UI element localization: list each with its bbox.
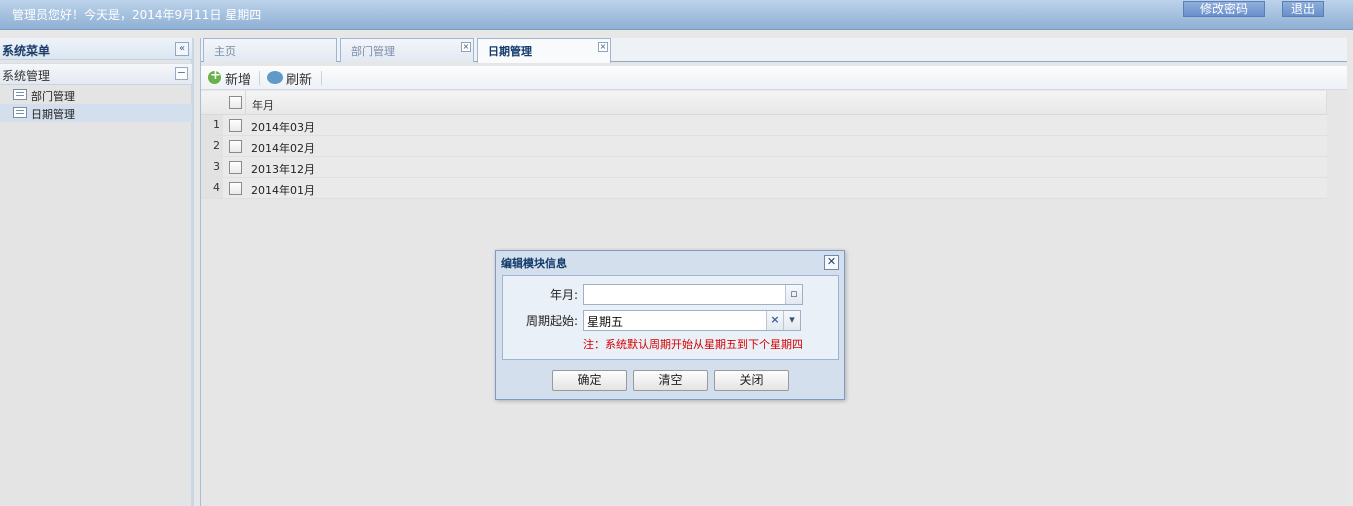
row-number: 4 [201,178,223,198]
row-number: 3 [201,157,223,177]
tab-bar: 主页 部门管理 × 日期管理 × [201,38,1347,63]
row-checkbox[interactable] [229,119,242,132]
collapse-left-icon[interactable]: « [175,42,189,56]
tab-date[interactable]: 日期管理 × [477,38,611,63]
toolbar-separator [259,71,260,85]
tab-department[interactable]: 部门管理 × [340,38,474,62]
add-label: 新增 [225,73,252,88]
dialog-header[interactable]: 编辑模块信息 ✕ [496,251,844,273]
column-header-year-month[interactable]: 年月 [252,97,274,113]
refresh-button[interactable]: 刷新 [267,69,317,88]
greeting-text: 管理员您好！今天是，2014年9月11日 星期四 [12,8,262,22]
row-checkbox[interactable] [229,182,242,195]
tree-item-label: 日期管理 [31,108,75,121]
week-start-value: 星期五 [587,315,624,329]
form-icon [13,107,27,118]
row-checkbox[interactable] [229,140,242,153]
tab-home[interactable]: 主页 [203,38,337,62]
cell-year-month: 2014年03月 [251,121,315,134]
table-row[interactable]: 1 2014年03月 [201,115,1327,136]
close-icon[interactable]: ✕ [824,255,839,270]
close-icon[interactable]: × [598,42,608,52]
row-checkbox[interactable] [229,161,242,174]
row-number: 2 [201,136,223,156]
toolbar-separator [321,71,322,85]
cell-year-month: 2013年12月 [251,163,315,176]
note-text: 注：系统默认周期开始从星期五到下个星期四 [583,338,803,351]
collapse-minus-icon[interactable]: − [175,67,188,80]
week-start-combobox[interactable]: 星期五 × ▾ [583,310,801,331]
tab-label: 日期管理 [488,45,532,58]
cell-year-month: 2014年01月 [251,184,315,197]
add-button[interactable]: 新增 [208,68,258,88]
confirm-button[interactable]: 确定 [552,370,627,391]
week-start-label: 周期起始: [525,314,578,328]
west-panel-header: 系统菜单 « [0,38,192,60]
logout-button[interactable]: 退出 [1282,1,1324,17]
row-number: 1 [201,115,223,135]
refresh-icon [267,71,283,84]
add-icon [208,68,221,84]
clear-icon[interactable]: × [766,311,783,330]
grid-header: 年月 [201,91,1327,115]
top-banner: 管理员您好！今天是，2014年9月11日 星期四 修改密码 退出 [0,0,1353,30]
close-button[interactable]: 关闭 [714,370,789,391]
change-password-button[interactable]: 修改密码 [1183,1,1265,17]
cell-year-month: 2014年02月 [251,142,315,155]
west-panel-title: 系统菜单 [2,44,51,58]
accordion-header-system[interactable]: 系统管理 − [0,63,192,85]
table-row[interactable]: 3 2013年12月 [201,157,1327,178]
year-month-field[interactable]: ▫ [583,284,803,305]
tab-label: 主页 [214,45,236,58]
edit-dialog: 编辑模块信息 ✕ 年月: ▫ 周期起始: 星期五 × ▾ 注：系统默认周期开始从… [495,250,845,400]
clear-button[interactable]: 清空 [633,370,708,391]
table-row[interactable]: 2 2014年02月 [201,136,1327,157]
tab-label: 部门管理 [351,45,395,58]
dialog-body: 年月: ▫ 周期起始: 星期五 × ▾ 注：系统默认周期开始从星期五到下个星期四 [502,275,839,360]
calendar-icon[interactable]: ▫ [785,285,802,304]
tree-item-date[interactable]: 日期管理 [0,104,192,122]
table-row[interactable]: 4 2014年01月 [201,178,1327,199]
select-all-checkbox[interactable] [229,96,242,109]
tree-item-label: 部门管理 [31,90,75,103]
form-icon [13,89,27,100]
year-month-label: 年月: [549,288,578,302]
accordion-title: 系统管理 [2,69,51,83]
refresh-label: 刷新 [286,73,313,88]
grid-body: 1 2014年03月 2 2014年02月 3 2013年12月 4 2014年… [201,115,1327,199]
west-panel: 系统菜单 « 系统管理 − 部门管理 日期管理 [0,38,194,506]
dialog-title: 编辑模块信息 [501,257,567,270]
toolbar: 新增 刷新 [201,66,1347,90]
chevron-down-icon[interactable]: ▾ [783,311,800,330]
close-icon[interactable]: × [461,42,471,52]
tree-item-department[interactable]: 部门管理 [0,86,192,104]
